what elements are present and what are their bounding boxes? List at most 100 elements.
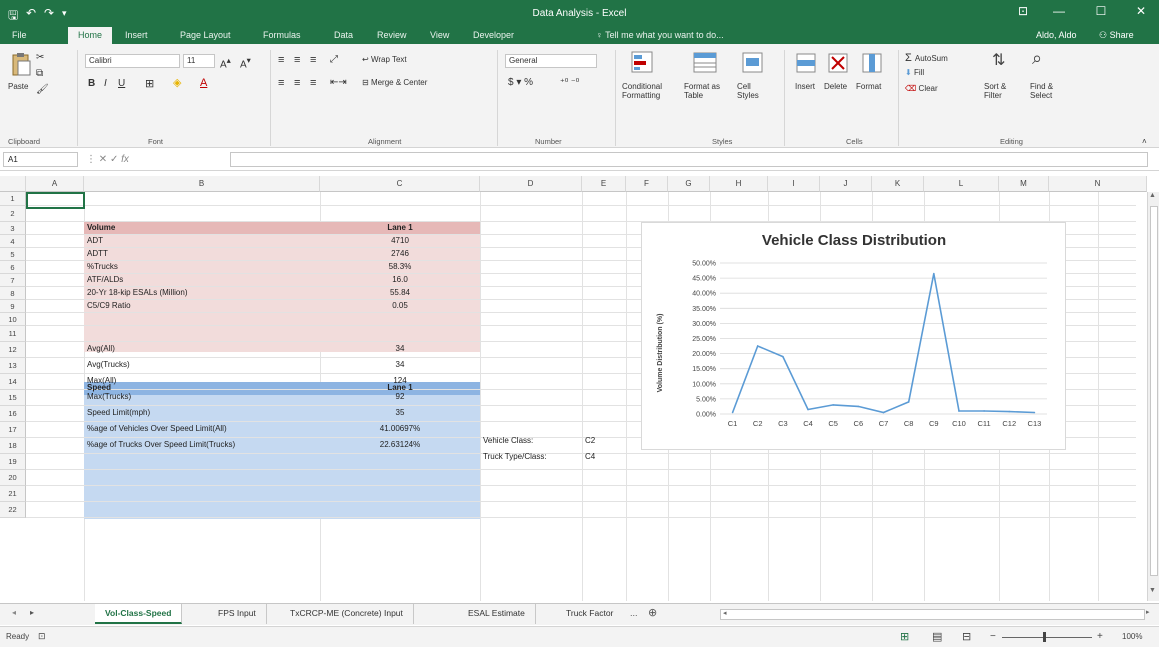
column-header[interactable]: J	[820, 176, 872, 192]
row-header[interactable]: 4	[0, 235, 26, 248]
enter-icon[interactable]: ✓	[110, 154, 121, 165]
increase-font-icon[interactable]: A▴	[220, 55, 231, 70]
minimize-button[interactable]: —	[1046, 4, 1072, 22]
row-header[interactable]: 15	[0, 390, 26, 406]
format-painter-icon[interactable]: 🖌	[36, 84, 49, 95]
row-header[interactable]: 22	[0, 502, 26, 518]
formula-input[interactable]	[230, 152, 1148, 167]
delete-cells-icon[interactable]	[827, 52, 849, 74]
scroll-left-icon[interactable]: ◂	[723, 609, 727, 617]
underline-icon[interactable]: U	[118, 78, 125, 89]
search-icon[interactable]: ⌕	[1032, 48, 1042, 69]
column-header[interactable]: I	[768, 176, 820, 192]
row-header[interactable]: 9	[0, 300, 26, 313]
tab-home[interactable]: Home	[68, 27, 113, 44]
sheet-tab-vol-class-speed[interactable]: Vol-Class-Speed	[95, 604, 183, 624]
row-header[interactable]: 7	[0, 274, 26, 287]
page-layout-view-icon[interactable]: ▤	[932, 630, 942, 643]
scroll-down-icon[interactable]: ▼	[1149, 587, 1156, 594]
zoom-out-icon[interactable]: −	[990, 631, 996, 642]
bottom-align-icon[interactable]: ≡	[310, 54, 316, 66]
align-right-icon[interactable]: ≡	[310, 77, 316, 89]
vertical-scrollbar[interactable]: ▲ ▼	[1147, 192, 1159, 601]
row-header[interactable]: 3	[0, 222, 26, 235]
row-header[interactable]: 2	[0, 206, 26, 222]
sheet-tab-truck-factor[interactable]: Truck Factor	[556, 604, 623, 624]
conditional-formatting-button[interactable]: Conditional Formatting	[622, 82, 678, 100]
row-header[interactable]: 10	[0, 313, 26, 326]
row-header[interactable]: 13	[0, 358, 26, 374]
middle-align-icon[interactable]: ≡	[294, 54, 300, 66]
zoom-in-icon[interactable]: +	[1097, 631, 1103, 642]
format-button[interactable]: Format	[856, 82, 881, 91]
tab-review[interactable]: Review	[377, 30, 407, 40]
more-icon[interactable]: ⋮	[86, 154, 99, 165]
wrap-text-button[interactable]: ↩ Wrap Text	[362, 55, 407, 64]
row-header[interactable]: 14	[0, 374, 26, 390]
vehicle-class-value[interactable]: C2	[582, 434, 626, 448]
macro-record-icon[interactable]: ⊡	[38, 631, 46, 642]
cell-styles-button[interactable]: Cell Styles	[737, 82, 771, 100]
autosum-button[interactable]: Σ AutoSum	[905, 52, 948, 64]
tab-page-layout[interactable]: Page Layout	[180, 30, 231, 40]
font-name-select[interactable]: Calibri	[85, 54, 180, 68]
row-header[interactable]: 18	[0, 438, 26, 454]
tab-insert[interactable]: Insert	[125, 30, 148, 40]
row-header[interactable]: 8	[0, 287, 26, 300]
row-header[interactable]: 12	[0, 342, 26, 358]
copy-icon[interactable]: ⧉	[36, 68, 43, 79]
row-header[interactable]: 16	[0, 406, 26, 422]
worksheet-grid[interactable]: A B C D E F G H I J K L M N 12345678 9 1…	[0, 176, 1159, 601]
row-header[interactable]: 11	[0, 326, 26, 342]
add-sheet-icon[interactable]: ⊕	[648, 606, 657, 619]
column-header[interactable]: H	[710, 176, 768, 192]
column-header[interactable]: D	[480, 176, 582, 192]
currency-icon[interactable]: $ ▾ %	[508, 77, 533, 88]
align-left-icon[interactable]: ≡	[278, 77, 284, 89]
column-header[interactable]: C	[320, 176, 480, 192]
decrease-font-icon[interactable]: A▾	[240, 55, 251, 70]
zoom-slider[interactable]	[1002, 637, 1092, 638]
scroll-up-icon[interactable]: ▲	[1149, 192, 1156, 199]
column-header[interactable]: M	[999, 176, 1049, 192]
page-break-view-icon[interactable]: ⊟	[962, 630, 971, 643]
cancel-icon[interactable]: ✕	[99, 154, 110, 165]
zoom-slider-thumb[interactable]	[1043, 632, 1046, 642]
column-header[interactable]: G	[668, 176, 710, 192]
sheet-tab-txcrcp-me[interactable]: TxCRCP-ME (Concrete) Input	[280, 604, 414, 624]
decimal-icon[interactable]: ⁺⁰ ⁻⁰	[560, 77, 579, 88]
clear-button[interactable]: ⌫ Clear	[905, 84, 938, 93]
normal-view-icon[interactable]: ⊞	[900, 630, 909, 643]
format-as-table-icon[interactable]	[692, 50, 718, 76]
indent-icon[interactable]: ⇤⇥	[330, 77, 347, 88]
next-sheet-icon[interactable]: ▸	[30, 608, 34, 617]
horizontal-scrollbar[interactable]: ◂	[720, 609, 1145, 620]
column-header[interactable]: F	[626, 176, 668, 192]
close-button[interactable]: ✕	[1128, 4, 1154, 22]
number-format-select[interactable]: General	[505, 54, 597, 68]
row-header[interactable]: 5	[0, 248, 26, 261]
font-color-icon[interactable]: A	[200, 77, 207, 89]
share-button[interactable]: ⚇ Share	[1099, 30, 1134, 41]
cell-styles-icon[interactable]	[740, 50, 766, 76]
row-header[interactable]: 17	[0, 422, 26, 438]
tab-file[interactable]: File	[12, 30, 27, 40]
paste-icon[interactable]	[10, 52, 32, 78]
format-cells-icon[interactable]	[861, 52, 883, 74]
zoom-level[interactable]: 100%	[1122, 632, 1142, 641]
scroll-right-icon[interactable]: ▸	[1146, 608, 1150, 616]
tab-view[interactable]: View	[430, 30, 449, 40]
column-header[interactable]: B	[84, 176, 320, 192]
sheet-tab-esal-estimate[interactable]: ESAL Estimate	[458, 604, 536, 624]
row-header[interactable]: 21	[0, 486, 26, 502]
sort-filter-button[interactable]: Sort & Filter	[984, 82, 1024, 100]
column-header[interactable]: K	[872, 176, 924, 192]
orientation-icon[interactable]: ⤢	[330, 54, 338, 65]
cut-icon[interactable]: ✂	[36, 52, 44, 63]
column-header[interactable]: A	[26, 176, 84, 192]
row-header[interactable]: 20	[0, 470, 26, 486]
insert-cells-icon[interactable]	[795, 52, 817, 74]
align-center-icon[interactable]: ≡	[294, 77, 300, 89]
row-header[interactable]: 1	[0, 192, 26, 206]
more-sheets-button[interactable]: ...	[630, 608, 638, 618]
